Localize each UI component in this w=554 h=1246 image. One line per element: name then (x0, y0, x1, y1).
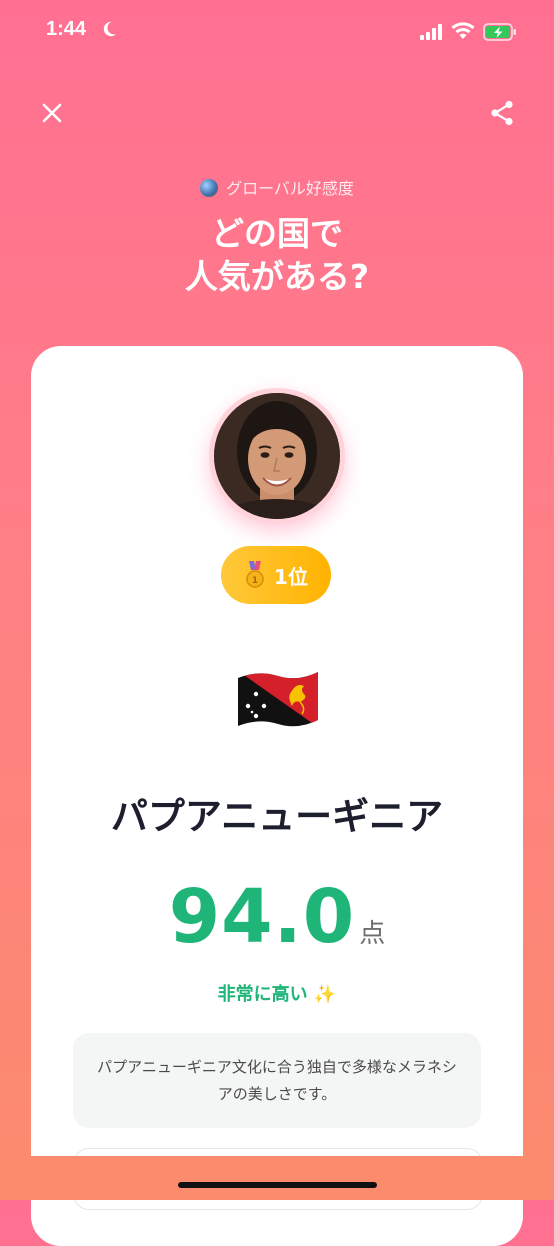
moon-icon (103, 21, 117, 37)
medal-icon: 1 (246, 561, 264, 588)
page-subtitle: グローバル好感度 (0, 175, 554, 199)
share-icon (491, 100, 513, 126)
share-button[interactable] (484, 95, 520, 131)
subtitle-text: グローバル好感度 (226, 179, 354, 198)
svg-text:1: 1 (252, 576, 258, 586)
portrait-image (214, 393, 340, 519)
score-value: 94.0 (168, 874, 356, 960)
page-title: どの国で 人気がある? (0, 212, 554, 298)
country-name: パプアニューギニア (110, 795, 444, 838)
wifi-icon (451, 22, 475, 39)
rating-label: 非常に高い ✨ (217, 984, 337, 1005)
title-line-1: どの国で (211, 214, 343, 253)
bottom-bar (0, 1156, 554, 1200)
rank-badge: 1 1位 (221, 546, 331, 604)
description-box: パプアニューギニア文化に合う独自で多様なメラネシアの美しさです。 (73, 1033, 481, 1128)
battery-charging-icon (483, 23, 516, 41)
status-bar: 1:44 (0, 0, 554, 64)
status-time: 1:44 (46, 18, 87, 40)
score-unit: 点 (359, 919, 386, 949)
avatar-frame (209, 388, 345, 524)
globe-icon (200, 179, 219, 197)
avatar (214, 393, 340, 519)
home-indicator[interactable] (178, 1182, 377, 1188)
description-text: パプアニューギニア文化に合う独自で多様なメラネシアの美しさです。 (97, 1057, 457, 1103)
result-card: 1 1位 パプアニューギニア 94.0 点 非常に高い ✨ パプアニューギニア文化… (31, 346, 523, 1246)
signal-icon (420, 24, 442, 40)
title-line-2: 人気がある? (184, 257, 370, 296)
rank-label: 1位 (274, 564, 308, 589)
close-icon (42, 103, 62, 123)
flag-papua-new-guinea-icon (238, 672, 318, 727)
score: 94.0 点 (31, 874, 523, 960)
close-button[interactable] (34, 95, 70, 131)
